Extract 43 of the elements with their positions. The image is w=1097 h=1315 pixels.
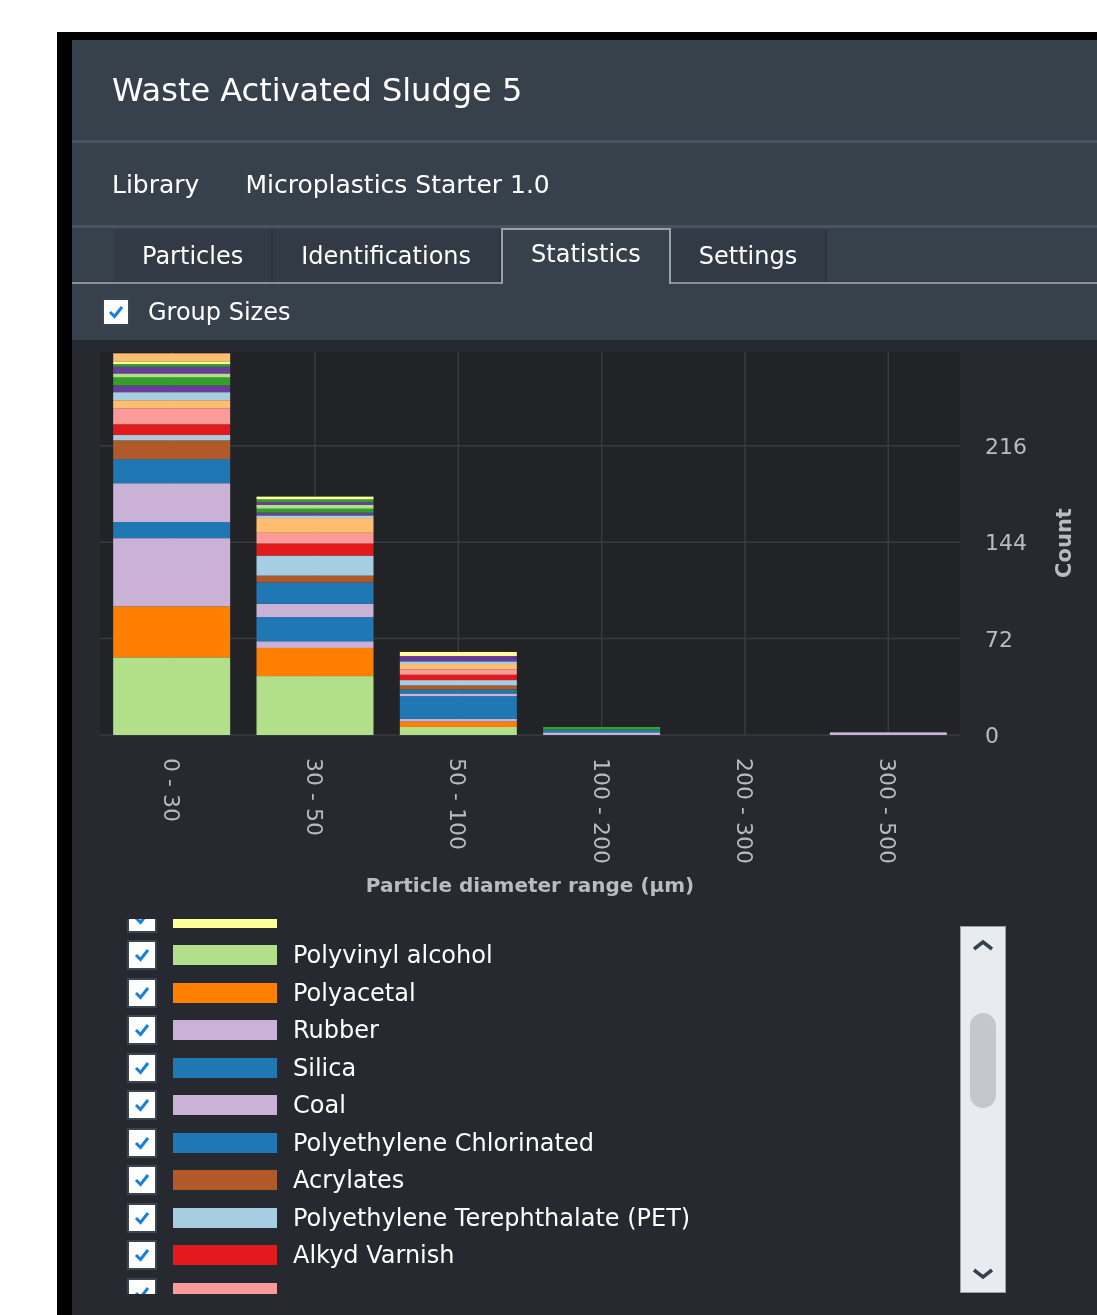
x-tick-label: 0 - 30 — [158, 758, 184, 822]
x-tick-label: 30 - 50 — [302, 758, 327, 836]
checkbox[interactable] — [127, 1052, 157, 1083]
tab[interactable]: Identifications — [273, 230, 502, 282]
legend-label: Coal — [293, 1091, 346, 1120]
tab[interactable]: Settings — [670, 230, 828, 282]
legend-label: Polyvinyl alcohol — [293, 941, 493, 970]
legend-label: Polyacetal — [293, 978, 416, 1007]
x-tick-label: 200 - 300 — [732, 758, 757, 864]
checkbox[interactable] — [127, 940, 157, 971]
checkbox[interactable] — [127, 1127, 157, 1158]
x-tick-label: 50 - 100 — [445, 758, 471, 850]
y-axis-title: Count — [1052, 508, 1076, 578]
legend-label: Alkyd Varnish — [293, 1241, 455, 1270]
y-tick-label: 216 — [985, 433, 1027, 459]
checkbox-label: Group Sizes — [148, 298, 291, 326]
x-tick-label: 100 - 200 — [588, 758, 614, 864]
x-axis-title: Particle diameter range (µm) — [365, 873, 695, 897]
checkbox[interactable] — [127, 977, 157, 1008]
checkbox[interactable] — [127, 1015, 157, 1046]
checkbox[interactable] — [102, 298, 130, 326]
legend-label: Acrylates — [293, 1166, 405, 1195]
x-tick-label: 300 - 500 — [875, 758, 901, 864]
window-title: Waste Activated Sludge 5 — [112, 71, 523, 109]
checkbox[interactable] — [127, 1240, 157, 1271]
library-value: Microplastics Starter 1.0 — [245, 169, 550, 199]
checkbox[interactable] — [127, 1090, 157, 1121]
scrollbar[interactable] — [960, 926, 1006, 1293]
y-tick-label: 72 — [985, 626, 1013, 652]
tab[interactable]: Statistics — [501, 228, 671, 284]
y-tick-label: 0 — [985, 723, 999, 748]
checkbox[interactable] — [127, 1202, 157, 1233]
checkbox[interactable] — [127, 1165, 157, 1196]
chevron-down-icon[interactable] — [972, 1268, 994, 1280]
tab[interactable]: Particles — [114, 230, 274, 282]
legend-label: Polyethylene Terephthalate (PET) — [293, 1203, 691, 1232]
legend-label: Polyethylene Chlorinated — [293, 1128, 594, 1157]
scroll-thumb[interactable] — [970, 1013, 996, 1108]
library-label: Library — [112, 169, 200, 199]
y-tick-label: 144 — [985, 530, 1027, 556]
chevron-up-icon[interactable] — [972, 939, 994, 951]
legend-label: Silica — [293, 1053, 357, 1082]
legend-label: Rubber — [293, 1016, 379, 1045]
